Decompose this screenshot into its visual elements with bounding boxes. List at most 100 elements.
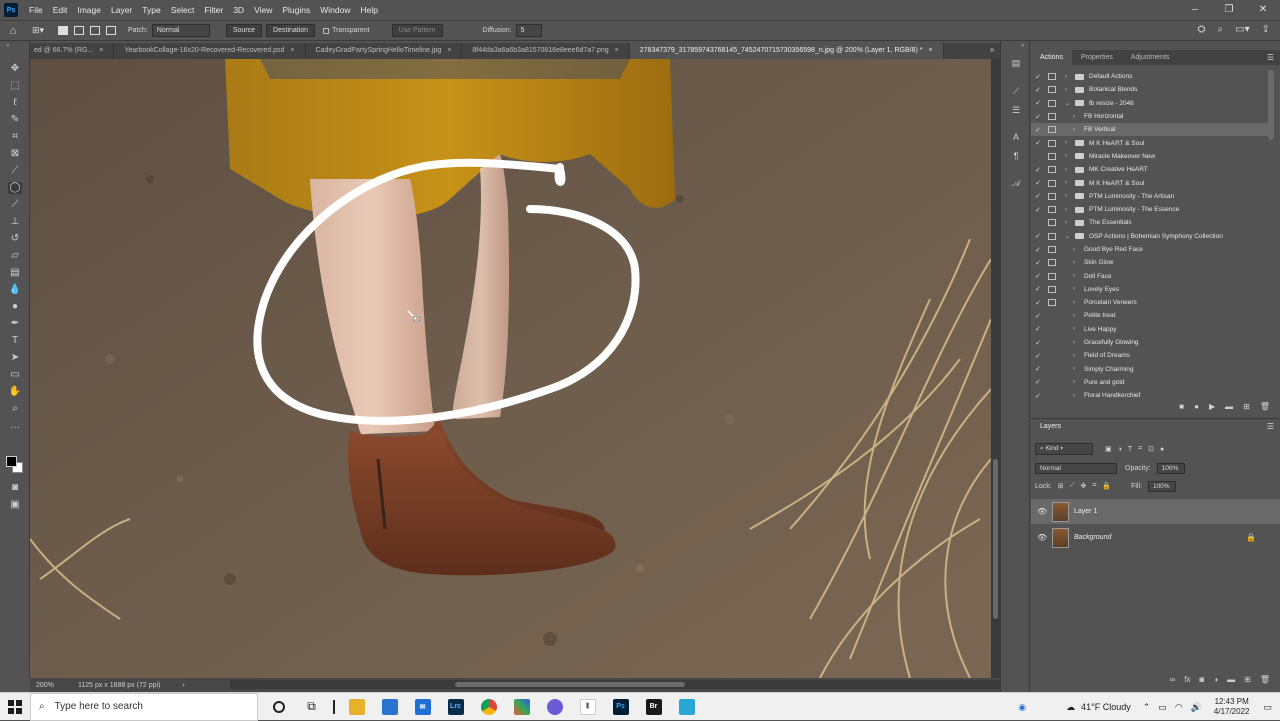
- filter-smart-icon[interactable]: ⊡: [1148, 445, 1154, 453]
- action-toggle-check-icon[interactable]: ✓: [1035, 259, 1043, 267]
- close-icon[interactable]: ×: [447, 43, 451, 59]
- expand-chevron-icon[interactable]: ›: [1073, 353, 1075, 359]
- show-hidden-icons-icon[interactable]: ⌃: [1143, 702, 1151, 713]
- play-icon[interactable]: ▶: [1209, 402, 1215, 416]
- gradient-tool-icon[interactable]: ▤: [8, 267, 22, 279]
- expand-chevron-icon[interactable]: ›: [1073, 273, 1075, 279]
- action-row[interactable]: ✓ › M K HeART & Soul: [1031, 176, 1271, 189]
- clone-stamp-tool-icon[interactable]: ⊥: [8, 216, 22, 228]
- expand-chevron-icon[interactable]: ›: [1065, 153, 1067, 159]
- dialog-toggle-icon[interactable]: [1048, 259, 1056, 267]
- tool-preset-icon[interactable]: ⊞▾: [26, 25, 50, 36]
- scroll-thumb[interactable]: [993, 459, 998, 619]
- dialog-toggle-icon[interactable]: [1048, 272, 1056, 280]
- use-pattern-button[interactable]: Use Pattern: [391, 24, 443, 37]
- filter-pixel-icon[interactable]: ▣: [1105, 445, 1112, 453]
- task-view-icon[interactable]: ⧉: [295, 693, 328, 721]
- panel-menu-icon[interactable]: ☰: [1267, 53, 1274, 62]
- tab-document-active[interactable]: 278347379_317859743768145_74524707157303…: [629, 43, 944, 59]
- bridge-taskbar-icon[interactable]: Br: [637, 693, 670, 721]
- move-tool-icon[interactable]: ✥: [8, 63, 22, 75]
- action-row[interactable]: ✓ › Simply Charming: [1031, 363, 1271, 376]
- opacity-input[interactable]: 100%: [1156, 462, 1185, 474]
- action-row[interactable]: ✓ › M K HeART & Soul: [1031, 136, 1271, 149]
- lock-all-icon[interactable]: 🔒: [1102, 482, 1111, 490]
- dialog-toggle-icon[interactable]: [1048, 113, 1056, 121]
- action-toggle-check-icon[interactable]: ✓: [1035, 339, 1043, 347]
- action-row[interactable]: ✓ › Gracefully Glowing: [1031, 336, 1271, 349]
- action-toggle-check-icon[interactable]: ✓: [1035, 365, 1043, 373]
- type-tool-icon[interactable]: T: [8, 335, 22, 347]
- history-panel-icon[interactable]: ▤: [1010, 58, 1022, 70]
- action-toggle-check-icon[interactable]: ✓: [1035, 392, 1043, 400]
- expand-chevron-icon[interactable]: ›: [1073, 340, 1075, 346]
- action-toggle-check-icon[interactable]: ✓: [1035, 312, 1043, 320]
- menu-type[interactable]: Type: [137, 5, 165, 15]
- action-toggle-check-icon[interactable]: ✓: [1035, 246, 1043, 254]
- lock-image-icon[interactable]: ⟋: [1070, 482, 1075, 490]
- menu-window[interactable]: Window: [315, 5, 355, 15]
- action-row[interactable]: ✓ › PTM Luminosity - The Essence: [1031, 203, 1271, 216]
- rectangle-tool-icon[interactable]: ▭: [8, 369, 22, 381]
- action-row[interactable]: ✓ › Default Actions: [1031, 70, 1271, 83]
- dialog-toggle-icon[interactable]: [1048, 152, 1056, 160]
- layer-row[interactable]: 👁 Background 🔒: [1031, 525, 1280, 550]
- weather-icon[interactable]: ☁: [1066, 702, 1075, 713]
- menu-file[interactable]: File: [24, 5, 48, 15]
- photoshop-taskbar-icon[interactable]: Ps: [604, 693, 637, 721]
- app-icon[interactable]: 𝄃: [571, 693, 604, 721]
- delete-layer-icon[interactable]: 🗑: [1260, 675, 1270, 689]
- maximize-icon[interactable]: ❐: [1212, 0, 1246, 20]
- expand-chevron-icon[interactable]: ›: [1065, 207, 1067, 213]
- character-panel-icon[interactable]: A: [1010, 132, 1022, 144]
- settings-app-icon[interactable]: [538, 693, 571, 721]
- lock-artboard-icon[interactable]: ⌗: [1092, 482, 1096, 490]
- action-toggle-check-icon[interactable]: ✓: [1035, 113, 1043, 121]
- tab-layers[interactable]: Layers: [1031, 419, 1071, 434]
- zoom-level[interactable]: 200%: [36, 682, 76, 689]
- expand-chevron-icon[interactable]: ›: [1073, 393, 1075, 399]
- dialog-toggle-icon[interactable]: [1048, 126, 1056, 134]
- action-toggle-check-icon[interactable]: ✓: [1035, 285, 1043, 293]
- expand-chevron-icon[interactable]: ›: [1065, 167, 1067, 173]
- layer-name[interactable]: Background: [1074, 534, 1111, 541]
- dialog-toggle-icon[interactable]: [1048, 139, 1056, 147]
- action-row[interactable]: ✓ › Field of Dreams: [1031, 349, 1271, 362]
- menu-layer[interactable]: Layer: [106, 5, 137, 15]
- action-row[interactable]: ✓ › Botanical Blends: [1031, 83, 1271, 96]
- patch-mode-select[interactable]: Normal: [151, 24, 210, 37]
- document-info[interactable]: 1125 px x 1688 px (72 ppi): [78, 682, 160, 689]
- new-action-icon[interactable]: ⊞: [1243, 402, 1250, 416]
- close-icon[interactable]: ×: [615, 43, 619, 59]
- action-row[interactable]: ✓ ⌄ OSP Actions | Bohemian Symphony Collec…: [1031, 230, 1271, 243]
- visibility-eye-icon[interactable]: 👁: [1037, 533, 1047, 542]
- dialog-toggle-icon[interactable]: [1048, 179, 1056, 187]
- action-toggle-check-icon[interactable]: ✓: [1035, 206, 1043, 214]
- action-toggle-check-icon[interactable]: ✓: [1035, 272, 1043, 280]
- expand-chevron-icon[interactable]: ›: [1073, 114, 1075, 120]
- brush-tool-icon[interactable]: ⟋: [8, 199, 22, 211]
- file-explorer-icon[interactable]: [340, 693, 373, 721]
- filter-adjustment-icon[interactable]: ◑: [1118, 446, 1122, 453]
- notifications-icon[interactable]: ▭: [1263, 702, 1272, 713]
- action-row[interactable]: ✓ › Lovely Eyes: [1031, 283, 1271, 296]
- menu-edit[interactable]: Edit: [48, 5, 73, 15]
- lock-position-icon[interactable]: ✥: [1081, 482, 1087, 490]
- chrome-icon[interactable]: [472, 693, 505, 721]
- tab-document[interactable]: CadeyGradPartySpringHelloTimeline.jpg ×: [306, 43, 463, 59]
- diffusion-select[interactable]: 5: [515, 24, 542, 37]
- quick-mask-icon[interactable]: ◙: [8, 482, 22, 494]
- lightroom-classic-icon[interactable]: Lrc: [439, 693, 472, 721]
- action-toggle-check-icon[interactable]: ✓: [1035, 166, 1043, 174]
- expand-chevron-icon[interactable]: ›: [1073, 286, 1075, 292]
- source-button[interactable]: Source: [225, 24, 263, 37]
- action-row[interactable]: ✓ › Floral Handkerchief: [1031, 389, 1271, 400]
- action-row[interactable]: ✓ › FB Vertical: [1031, 123, 1271, 137]
- action-toggle-check-icon[interactable]: ✓: [1035, 192, 1043, 200]
- action-toggle-check-icon[interactable]: ✓: [1035, 86, 1043, 94]
- tab-adjustments[interactable]: Adjustments: [1122, 50, 1179, 65]
- transparent-checkbox[interactable]: [323, 27, 330, 34]
- subtract-selection-icon[interactable]: [90, 26, 100, 35]
- filter-type-icon[interactable]: T: [1128, 446, 1132, 453]
- action-row[interactable]: ✓ › MK Creative HeART: [1031, 163, 1271, 176]
